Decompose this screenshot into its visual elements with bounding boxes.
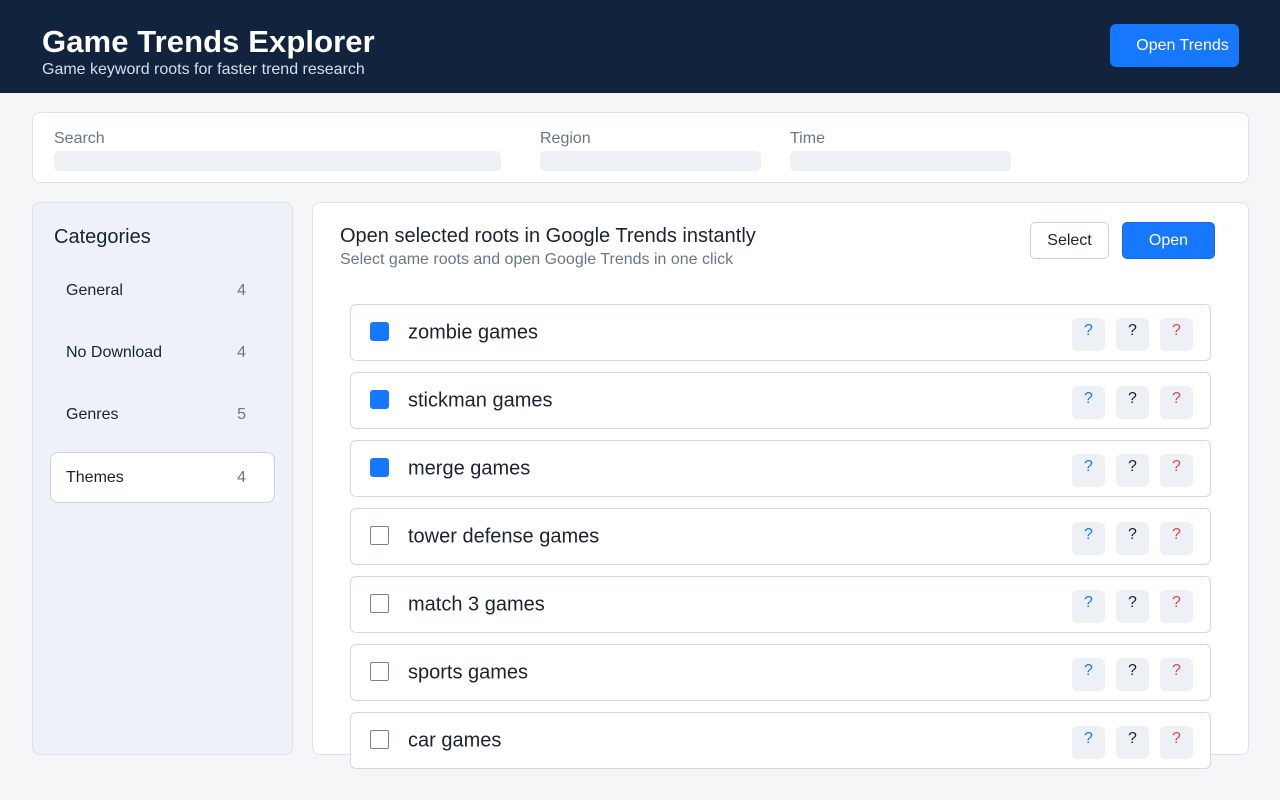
- panel-subtitle: Select game roots and open Google Trends…: [340, 251, 734, 268]
- dark-action-icon[interactable]: ?: [1116, 522, 1149, 555]
- red-action-icon[interactable]: ?: [1160, 658, 1193, 691]
- app-subtitle: Game keyword roots for faster trend rese…: [42, 61, 365, 78]
- sidebar-item-label: Themes: [66, 468, 124, 486]
- sidebar-item-label: No Download: [66, 343, 163, 361]
- blue-action-icon[interactable]: ?: [1072, 522, 1105, 555]
- red-action-icon[interactable]: ?: [1160, 386, 1193, 419]
- red-action-icon[interactable]: ?: [1160, 318, 1193, 351]
- sidebar-item-label: General: [66, 281, 123, 299]
- action-glyph: ?: [1084, 593, 1093, 611]
- select-button[interactable]: Select: [1030, 222, 1109, 259]
- action-glyph: ?: [1172, 389, 1181, 407]
- root-checkbox[interactable]: [370, 526, 389, 545]
- time-select[interactable]: [790, 151, 1011, 171]
- filter-bar: Search Region Time: [32, 112, 1249, 183]
- action-glyph: ?: [1172, 457, 1181, 475]
- sidebar-title: Categories: [54, 226, 151, 248]
- action-glyph: ?: [1128, 321, 1137, 339]
- sidebar-item-genres[interactable]: Genres 5: [50, 389, 275, 440]
- action-glyph: ?: [1128, 593, 1137, 611]
- categories-sidebar: Categories General 4 No Download 4 Genre…: [32, 202, 293, 755]
- root-checkbox[interactable]: [370, 662, 389, 681]
- root-row[interactable]: tower defense games???: [350, 508, 1211, 565]
- sidebar-item-count: 4: [237, 343, 246, 361]
- sidebar-item-themes[interactable]: Themes 4: [50, 452, 275, 503]
- search-label: Search: [54, 130, 105, 147]
- sidebar-item-general[interactable]: General 4: [50, 265, 275, 316]
- panel-title: Open selected roots in Google Trends ins…: [340, 225, 756, 247]
- root-row[interactable]: zombie games???: [350, 304, 1211, 361]
- open-button[interactable]: Open: [1122, 222, 1215, 259]
- sidebar-item-count: 4: [237, 281, 246, 299]
- action-glyph: ?: [1172, 321, 1181, 339]
- action-glyph: ?: [1084, 457, 1093, 475]
- blue-action-icon[interactable]: ?: [1072, 590, 1105, 623]
- action-glyph: ?: [1128, 661, 1137, 679]
- root-row[interactable]: merge games???: [350, 440, 1211, 497]
- sidebar-item-count: 5: [237, 405, 246, 423]
- action-glyph: ?: [1172, 729, 1181, 747]
- action-glyph: ?: [1128, 729, 1137, 747]
- red-action-icon[interactable]: ?: [1160, 590, 1193, 623]
- root-row[interactable]: stickman games???: [350, 372, 1211, 429]
- root-checkbox[interactable]: [370, 458, 389, 477]
- root-label: zombie games: [408, 321, 539, 343]
- action-glyph: ?: [1084, 321, 1093, 339]
- action-glyph: ?: [1172, 661, 1181, 679]
- action-glyph: ?: [1084, 525, 1093, 543]
- app-header: Game Trends Explorer Game keyword roots …: [0, 0, 1280, 93]
- action-glyph: ?: [1084, 389, 1093, 407]
- blue-action-icon[interactable]: ?: [1072, 726, 1105, 759]
- root-row[interactable]: sports games???: [350, 644, 1211, 701]
- root-checkbox[interactable]: [370, 390, 389, 409]
- action-glyph: ?: [1172, 593, 1181, 611]
- sidebar-item-label: Genres: [66, 405, 119, 423]
- root-label: merge games: [408, 457, 531, 479]
- action-glyph: ?: [1128, 525, 1137, 543]
- root-label: match 3 games: [408, 593, 545, 615]
- blue-action-icon[interactable]: ?: [1072, 658, 1105, 691]
- dark-action-icon[interactable]: ?: [1116, 726, 1149, 759]
- root-label: car games: [408, 729, 502, 751]
- root-label: stickman games: [408, 389, 553, 411]
- root-label: tower defense games: [408, 525, 600, 547]
- dark-action-icon[interactable]: ?: [1116, 658, 1149, 691]
- sidebar-item-no-download[interactable]: No Download 4: [50, 327, 275, 378]
- time-label: Time: [790, 130, 825, 147]
- blue-action-icon[interactable]: ?: [1072, 318, 1105, 351]
- dark-action-icon[interactable]: ?: [1116, 318, 1149, 351]
- red-action-icon[interactable]: ?: [1160, 454, 1193, 487]
- blue-action-icon[interactable]: ?: [1072, 454, 1105, 487]
- blue-action-icon[interactable]: ?: [1072, 386, 1105, 419]
- open-trends-button[interactable]: Open Trends: [1110, 24, 1239, 67]
- region-label: Region: [540, 130, 591, 147]
- root-checkbox[interactable]: [370, 322, 389, 341]
- dark-action-icon[interactable]: ?: [1116, 386, 1149, 419]
- root-label: sports games: [408, 661, 529, 683]
- root-checkbox[interactable]: [370, 594, 389, 613]
- action-glyph: ?: [1128, 389, 1137, 407]
- action-glyph: ?: [1172, 525, 1181, 543]
- action-glyph: ?: [1084, 661, 1093, 679]
- app-title: Game Trends Explorer: [42, 24, 375, 59]
- sidebar-item-count: 4: [237, 468, 246, 486]
- action-glyph: ?: [1084, 729, 1093, 747]
- root-row[interactable]: car games???: [350, 712, 1211, 769]
- search-input[interactable]: [54, 151, 501, 171]
- root-row[interactable]: match 3 games???: [350, 576, 1211, 633]
- dark-action-icon[interactable]: ?: [1116, 454, 1149, 487]
- action-glyph: ?: [1128, 457, 1137, 475]
- dark-action-icon[interactable]: ?: [1116, 590, 1149, 623]
- region-select[interactable]: [540, 151, 761, 171]
- root-checkbox[interactable]: [370, 730, 389, 749]
- red-action-icon[interactable]: ?: [1160, 726, 1193, 759]
- red-action-icon[interactable]: ?: [1160, 522, 1193, 555]
